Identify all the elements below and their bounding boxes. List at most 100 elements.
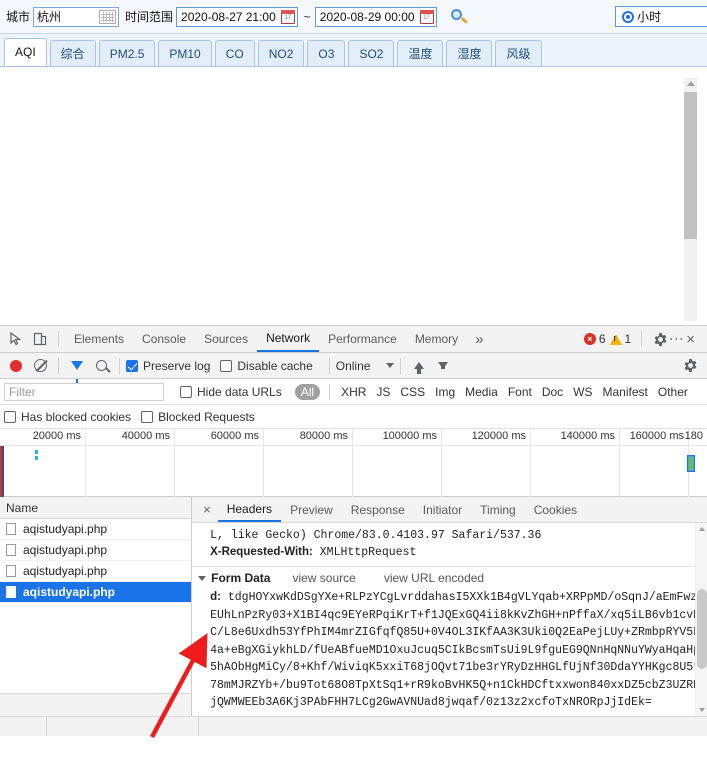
table-row[interactable]: aqistudyapi.php bbox=[0, 519, 192, 540]
granularity-radio-group[interactable]: 小时 bbox=[615, 6, 707, 27]
tab-so2[interactable]: SO2 bbox=[348, 40, 395, 66]
blocked-requests-checkbox[interactable]: Blocked Requests bbox=[141, 410, 255, 424]
table-row-selected[interactable]: aqistudyapi.php bbox=[0, 582, 192, 603]
calendar-icon[interactable] bbox=[419, 9, 434, 24]
tab-no2[interactable]: NO2 bbox=[257, 40, 305, 66]
detail-tab-cookies[interactable]: Cookies bbox=[525, 497, 586, 522]
filter-type-js[interactable]: JS bbox=[371, 385, 395, 399]
x-requested-with-row: X-Requested-With: XMLHttpRequest bbox=[192, 544, 707, 561]
tab-performance[interactable]: Performance bbox=[319, 326, 406, 352]
table-row[interactable]: aqistudyapi.php bbox=[0, 540, 192, 561]
has-blocked-cookies-checkbox[interactable]: Has blocked cookies bbox=[4, 410, 131, 424]
tab-o3[interactable]: O3 bbox=[307, 40, 346, 66]
start-datetime-field[interactable]: 2020-08-27 21:00 bbox=[176, 6, 298, 27]
table-row[interactable]: aqistudyapi.php bbox=[0, 561, 192, 582]
view-url-encoded-link[interactable]: view URL encoded bbox=[384, 571, 484, 585]
detail-tab-timing[interactable]: Timing bbox=[471, 497, 525, 522]
search-icon[interactable] bbox=[89, 355, 113, 377]
detail-tabstrip: × Headers Preview Response Initiator Tim… bbox=[192, 497, 707, 523]
network-overview-timeline[interactable]: 20000 ms 40000 ms 60000 ms 80000 ms 1000… bbox=[0, 429, 707, 497]
blocked-requests-label: Blocked Requests bbox=[158, 409, 255, 424]
filter-type-ws[interactable]: WS bbox=[568, 385, 597, 399]
close-icon[interactable]: × bbox=[196, 502, 218, 517]
chevron-down-icon[interactable] bbox=[198, 575, 207, 581]
tab-co[interactable]: CO bbox=[214, 40, 255, 66]
form-data-section-header[interactable]: Form Data view source view URL encoded bbox=[192, 567, 707, 589]
detail-tab-initiator[interactable]: Initiator bbox=[414, 497, 471, 522]
disable-cache-checkbox[interactable]: Disable cache bbox=[220, 358, 313, 373]
form-data-value-line: C/L8e6Uxdh53YfPhIM4mrZIGfqfQ85U+0V4OL3IK… bbox=[210, 626, 707, 639]
scroll-up-arrow-icon[interactable] bbox=[687, 81, 695, 86]
device-toolbar-icon[interactable] bbox=[28, 328, 52, 350]
request-column-header[interactable]: Name bbox=[0, 497, 192, 519]
detail-tab-headers[interactable]: Headers bbox=[217, 497, 282, 522]
tab-elements[interactable]: Elements bbox=[65, 326, 133, 352]
checkbox-icon[interactable] bbox=[141, 410, 154, 423]
tab-memory[interactable]: Memory bbox=[406, 326, 467, 352]
network-settings-gear-icon[interactable] bbox=[679, 355, 703, 377]
tab-aqi[interactable]: AQI bbox=[4, 38, 47, 66]
detail-vertical-scrollbar[interactable] bbox=[695, 523, 707, 716]
preserve-log-checkbox[interactable]: Preserve log bbox=[126, 359, 210, 373]
tick-label: 160000 ms bbox=[629, 430, 684, 442]
kebab-menu-icon[interactable]: ⋮ bbox=[669, 332, 685, 346]
inspect-element-icon[interactable] bbox=[4, 328, 28, 350]
filter-type-xhr[interactable]: XHR bbox=[336, 385, 371, 399]
filter-type-css[interactable]: CSS bbox=[395, 385, 430, 399]
toolbar-divider bbox=[58, 357, 59, 374]
scrollbar-thumb[interactable] bbox=[684, 92, 697, 239]
detail-tab-response[interactable]: Response bbox=[342, 497, 414, 522]
tab-temperature[interactable]: 温度 bbox=[397, 40, 444, 66]
tab-humidity[interactable]: 湿度 bbox=[446, 40, 493, 66]
tab-pm25[interactable]: PM2.5 bbox=[98, 40, 156, 66]
calendar-icon[interactable] bbox=[280, 9, 295, 24]
warning-badge[interactable]: 1 bbox=[609, 332, 631, 346]
tab-windlevel[interactable]: 风级 bbox=[495, 40, 542, 66]
page-vertical-scrollbar[interactable] bbox=[684, 78, 697, 321]
error-badge[interactable]: × 6 bbox=[583, 332, 606, 346]
chevron-double-right-icon[interactable]: » bbox=[467, 331, 491, 348]
city-input-wrapper[interactable] bbox=[33, 6, 120, 27]
tab-sources[interactable]: Sources bbox=[195, 326, 257, 352]
detail-tab-preview[interactable]: Preview bbox=[281, 497, 342, 522]
query-toolbar: 城市 时间范围 2020-08-27 21:00 ~ 2020-08-29 00… bbox=[0, 0, 707, 34]
scrollbar-thumb[interactable] bbox=[697, 589, 707, 669]
checkbox-icon[interactable] bbox=[4, 410, 16, 423]
filter-type-img[interactable]: Img bbox=[430, 385, 460, 399]
close-icon[interactable]: × bbox=[682, 331, 699, 348]
search-button[interactable] bbox=[449, 7, 469, 27]
filter-type-doc[interactable]: Doc bbox=[537, 385, 568, 399]
request-list[interactable]: aqistudyapi.php aqistudyapi.php aqistudy… bbox=[0, 519, 192, 693]
grid-picker-icon[interactable] bbox=[99, 9, 117, 24]
hide-data-urls-checkbox[interactable]: Hide data URLs bbox=[180, 385, 282, 399]
scroll-down-arrow-icon[interactable] bbox=[699, 708, 705, 712]
import-har-icon[interactable] bbox=[407, 355, 431, 377]
city-input[interactable] bbox=[34, 7, 95, 26]
radio-hour-icon[interactable] bbox=[622, 10, 634, 23]
filter-type-other[interactable]: Other bbox=[653, 385, 693, 399]
end-datetime-field[interactable]: 2020-08-29 00:00 bbox=[314, 6, 437, 27]
scroll-up-arrow-icon[interactable] bbox=[699, 527, 705, 531]
record-stop-icon[interactable] bbox=[4, 355, 28, 377]
filter-funnel-icon[interactable] bbox=[65, 355, 89, 383]
filter-input[interactable] bbox=[4, 382, 164, 401]
disable-cache-label: Disable cache bbox=[237, 358, 313, 373]
checkbox-icon[interactable] bbox=[220, 359, 233, 372]
checkbox-checked-icon[interactable] bbox=[126, 359, 138, 372]
filter-type-media[interactable]: Media bbox=[460, 385, 503, 399]
clear-network-log-icon[interactable] bbox=[28, 355, 52, 377]
throttling-select[interactable]: Online bbox=[336, 359, 395, 373]
view-source-link[interactable]: view source bbox=[292, 571, 355, 585]
bottom-cell bbox=[47, 717, 199, 736]
tab-zonghe[interactable]: 综合 bbox=[49, 40, 96, 66]
tab-console[interactable]: Console bbox=[133, 326, 195, 352]
filter-type-all[interactable]: All bbox=[294, 383, 321, 400]
document-icon bbox=[6, 565, 16, 577]
overview-request-marker bbox=[35, 450, 38, 454]
filter-type-manifest[interactable]: Manifest bbox=[598, 385, 653, 399]
tab-network[interactable]: Network bbox=[257, 326, 320, 352]
export-har-icon[interactable] bbox=[431, 355, 455, 377]
checkbox-icon[interactable] bbox=[180, 385, 192, 398]
tab-pm10[interactable]: PM10 bbox=[158, 40, 212, 66]
filter-type-font[interactable]: Font bbox=[503, 385, 537, 399]
